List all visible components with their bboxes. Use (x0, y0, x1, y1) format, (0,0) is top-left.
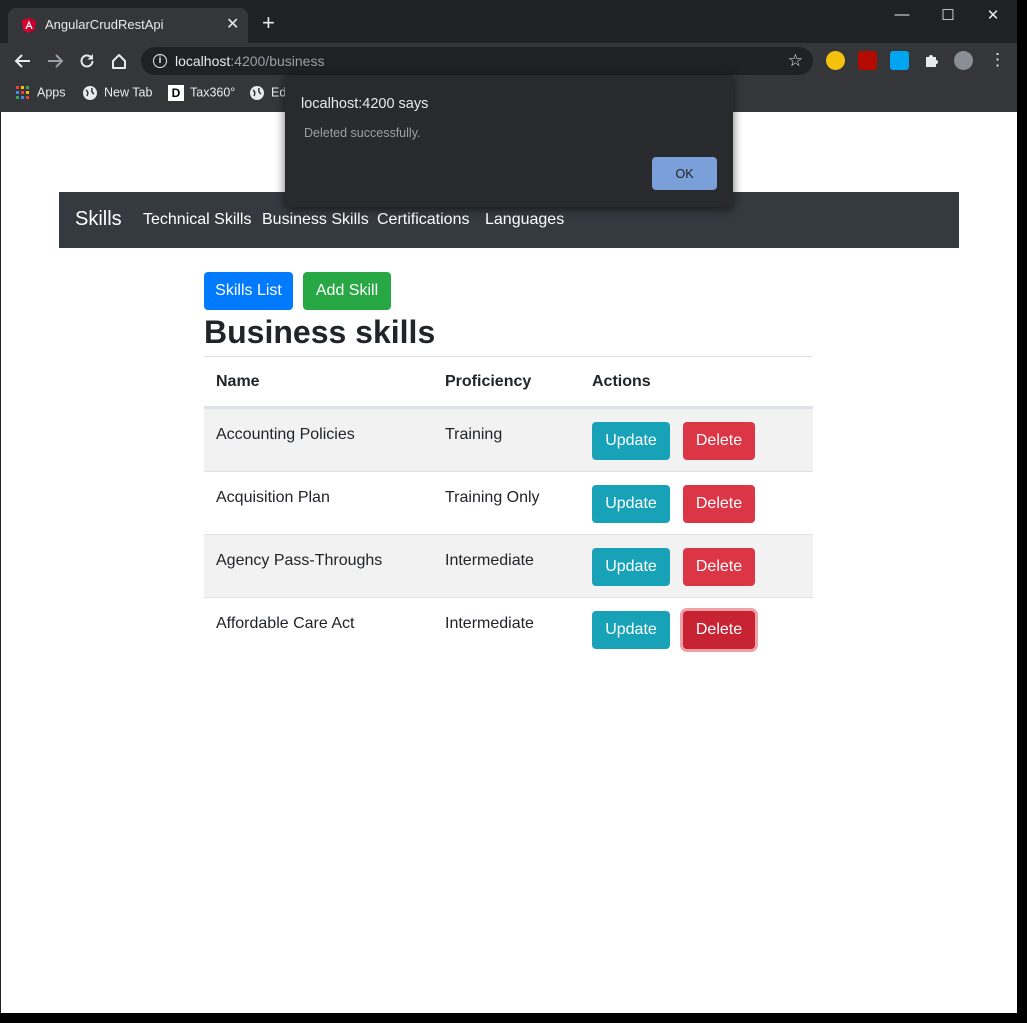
table-header: Name Proficiency Actions (204, 356, 813, 408)
alert-dialog: localhost:4200 says Deleted successfully… (285, 75, 733, 207)
kebab-menu-icon[interactable]: ⋮ (989, 51, 1006, 70)
close-tab-icon[interactable]: ✕ (226, 14, 239, 34)
puzzle-extensions-icon[interactable] (922, 51, 941, 70)
d-logo-icon: D (168, 85, 184, 101)
update-button[interactable]: Update (592, 485, 670, 523)
skills-table: Name Proficiency Actions Accounting Poli… (204, 356, 813, 660)
bookmark-ed[interactable]: Ed (249, 85, 286, 101)
skill-name: Acquisition Plan (216, 489, 330, 506)
bookmark-new-tab[interactable]: New Tab (82, 85, 152, 101)
update-button[interactable]: Update (592, 422, 670, 460)
dialog-title: localhost:4200 says (301, 96, 429, 112)
delete-button[interactable]: Delete (683, 422, 755, 460)
browser-toolbar: i localhost:4200/business ☆ ⋮ (0, 43, 1017, 79)
skill-proficiency: Intermediate (445, 552, 534, 569)
home-icon[interactable] (110, 52, 128, 70)
delete-button[interactable]: Delete (683, 485, 755, 523)
skills-list-button[interactable]: Skills List (204, 272, 293, 310)
table-row: Acquisition Plan Training Only Update De… (204, 471, 813, 534)
bookmark-tax360[interactable]: D Tax360° (168, 85, 235, 101)
skill-name: Agency Pass-Throughs (216, 552, 383, 569)
globe-icon (250, 86, 264, 100)
nav-link-languages[interactable]: Languages (485, 211, 564, 229)
back-arrow-icon[interactable] (14, 52, 32, 70)
new-tab-icon[interactable]: + (262, 12, 275, 34)
skill-name: Accounting Policies (216, 426, 355, 443)
star-icon[interactable]: ☆ (788, 51, 803, 71)
globe-icon (83, 86, 97, 100)
update-button[interactable]: Update (592, 548, 670, 586)
bookmark-apps[interactable]: Apps (15, 85, 66, 101)
page-title: Business skills (204, 314, 436, 350)
info-icon[interactable]: i (153, 54, 167, 68)
column-header-name: Name (216, 373, 260, 390)
forward-arrow-icon[interactable] (46, 52, 64, 70)
nav-link-business-skills[interactable]: Business Skills (262, 211, 369, 229)
column-header-actions: Actions (592, 373, 651, 390)
tab-title: AngularCrudRestApi (45, 17, 164, 32)
delete-button-focused[interactable]: Delete (683, 611, 755, 649)
maximize-icon[interactable]: ☐ (933, 6, 963, 24)
nav-link-certifications[interactable]: Certifications (377, 211, 469, 229)
page-content: Skills Technical Skills Business Skills … (1, 112, 1017, 1013)
delete-button[interactable]: Delete (683, 548, 755, 586)
column-header-proficiency: Proficiency (445, 373, 532, 390)
browser-window: AngularCrudRestApi ✕ + — ☐ ✕ i localhost… (0, 0, 1017, 1013)
add-skill-button[interactable]: Add Skill (303, 272, 391, 310)
dialog-ok-button[interactable]: OK (652, 157, 717, 190)
skill-proficiency: Training Only (445, 489, 540, 506)
vivaldi-extension-icon[interactable] (826, 51, 845, 70)
apps-grid-icon (16, 86, 29, 99)
angular-icon (22, 18, 36, 33)
url-text[interactable]: localhost:4200/business (175, 53, 324, 69)
minimize-icon[interactable]: — (887, 6, 917, 23)
skill-name: Affordable Care Act (216, 615, 355, 632)
title-bar: AngularCrudRestApi ✕ + — ☐ ✕ (0, 0, 1017, 43)
address-bar[interactable]: i localhost:4200/business ☆ (141, 47, 813, 75)
skill-proficiency: Training (445, 426, 503, 443)
window-close-icon[interactable]: ✕ (978, 6, 1008, 24)
browser-tab[interactable]: AngularCrudRestApi ✕ (8, 8, 248, 43)
skill-proficiency: Intermediate (445, 615, 534, 632)
dialog-message: Deleted successfully. (304, 126, 421, 140)
table-row: Agency Pass-Throughs Intermediate Update… (204, 534, 813, 597)
table-row: Accounting Policies Training Update Dele… (204, 408, 813, 471)
pdf-extension-icon[interactable] (858, 51, 877, 70)
reload-icon[interactable] (78, 52, 96, 70)
nav-link-technical-skills[interactable]: Technical Skills (143, 211, 251, 229)
windows-extension-icon[interactable] (890, 51, 909, 70)
update-button[interactable]: Update (592, 611, 670, 649)
navbar-brand[interactable]: Skills (75, 208, 122, 231)
avatar[interactable] (954, 51, 973, 70)
table-row: Affordable Care Act Intermediate Update … (204, 597, 813, 660)
